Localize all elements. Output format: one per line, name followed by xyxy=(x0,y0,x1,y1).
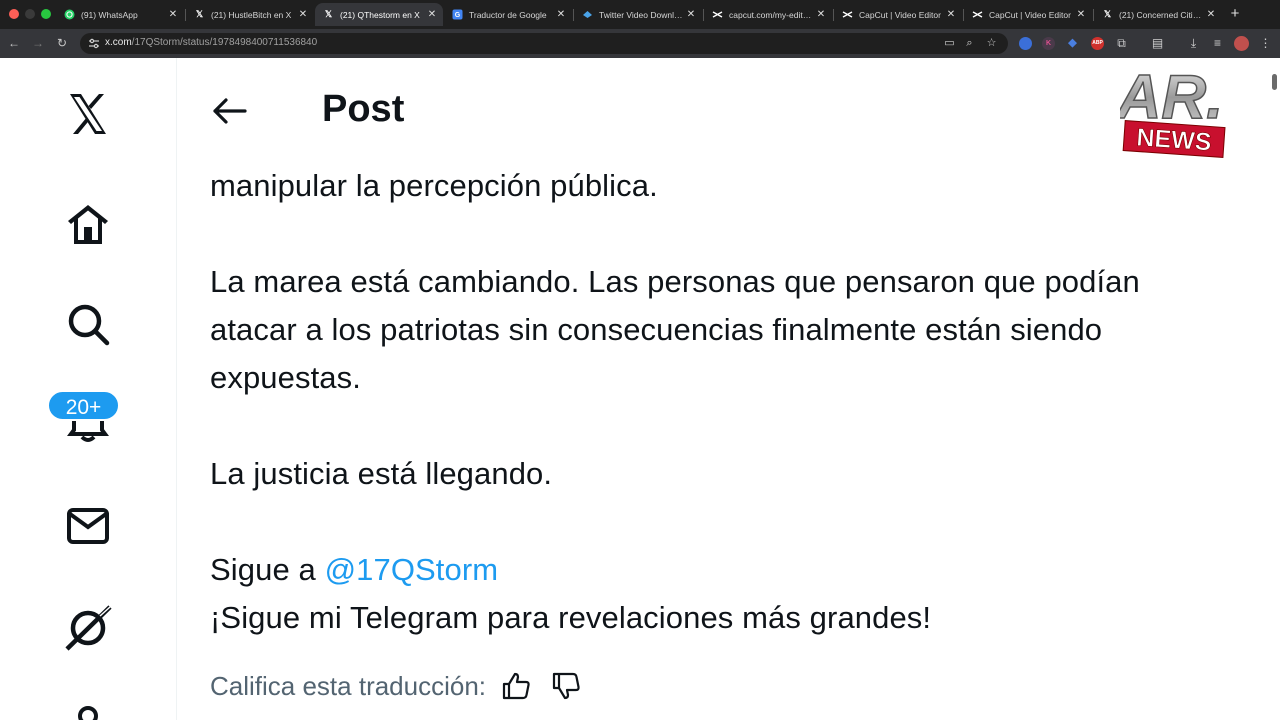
home-icon[interactable] xyxy=(60,196,116,252)
notification-badge[interactable]: 20+ xyxy=(47,390,120,421)
google-translate-icon: G xyxy=(452,9,463,20)
x-logo-icon[interactable] xyxy=(60,86,116,142)
profile-avatar[interactable] xyxy=(1234,36,1249,51)
translation-rating: Califica esta traducción: xyxy=(210,666,584,706)
page-scrollbar[interactable] xyxy=(1272,74,1277,90)
browser-tab[interactable]: G Traductor de Google ✕ xyxy=(444,3,572,26)
extensions-puzzle-icon[interactable]: ⧉ xyxy=(1114,36,1129,51)
tweet-body: manipular la percepción pública. La mare… xyxy=(210,162,1270,642)
close-tab-icon[interactable]: ✕ xyxy=(684,9,698,20)
tab-search-icon[interactable]: ▤ xyxy=(1150,36,1165,51)
tweet-text-line: La justicia está llegando. xyxy=(210,456,553,491)
capcut-icon xyxy=(972,9,983,20)
thumbs-up-icon[interactable] xyxy=(498,668,534,704)
forward-nav-icon[interactable]: → xyxy=(30,35,46,51)
close-tab-icon[interactable]: ✕ xyxy=(1074,9,1088,20)
browser-tab[interactable]: Twitter Video Downlo... ✕ xyxy=(574,3,702,26)
close-tab-icon[interactable]: ✕ xyxy=(166,9,180,20)
zoom-icon[interactable]: ⌕ xyxy=(963,37,976,50)
minimize-window-button[interactable] xyxy=(25,9,35,19)
close-window-button[interactable] xyxy=(9,9,19,19)
tweet-text-line: La marea está cambiando. Las personas qu… xyxy=(210,264,1140,299)
x-icon: 𝕏 xyxy=(1103,9,1112,19)
browser-toolbar: ← → ↻ x.com/17QStorm/status/197849840071… xyxy=(0,29,1280,58)
tweet-text-line: ¡Sigue mi Telegram para revelaciones más… xyxy=(210,600,932,635)
browser-tab[interactable]: CapCut | Video Editor ✕ xyxy=(964,3,1092,26)
x-icon: 𝕏 xyxy=(195,9,204,19)
close-tab-icon[interactable]: ✕ xyxy=(425,9,439,20)
back-arrow-icon[interactable] xyxy=(210,91,250,131)
page-title: Post xyxy=(322,88,405,130)
tweet-text-line: atacar a los patriotas sin consecuencias… xyxy=(210,312,1103,347)
adblock-icon[interactable]: ABP xyxy=(1091,37,1104,50)
tweet-text-line: manipular la percepción pública. xyxy=(210,168,658,203)
browser-menu-icon[interactable]: ⋮ xyxy=(1258,36,1273,51)
cast-icon[interactable]: ▭ xyxy=(943,37,956,50)
grok-icon[interactable] xyxy=(60,600,116,656)
bookmark-star-icon[interactable]: ☆ xyxy=(985,37,998,50)
main-column: manipular la percepción pública. La mare… xyxy=(178,58,1280,720)
new-tab-button[interactable]: + xyxy=(1226,5,1244,23)
download-icon[interactable]: ⤓ xyxy=(1186,36,1201,51)
close-tab-icon[interactable]: ✕ xyxy=(944,9,958,20)
post-header: Post xyxy=(178,58,1280,164)
search-icon[interactable] xyxy=(60,296,116,352)
x-icon: 𝕏 xyxy=(324,9,333,19)
mention-link[interactable]: @17QStorm xyxy=(325,552,499,587)
url-text[interactable]: x.com/17QStorm/status/197849840071153684… xyxy=(105,37,317,48)
reload-icon[interactable]: ↻ xyxy=(54,35,70,51)
extension-icon[interactable]: ◆ xyxy=(1066,37,1079,50)
svg-text:G: G xyxy=(455,12,461,19)
browser-tab-bar: (91) WhatsApp ✕ 𝕏 (21) HustleBitch en X … xyxy=(0,0,1280,29)
capcut-icon xyxy=(712,9,723,20)
extension-icon[interactable] xyxy=(1019,37,1032,50)
tweet-follow-line: Sigue a @17QStorm xyxy=(210,552,499,587)
browser-tab[interactable]: 𝕏 (21) HustleBitch en X ✕ xyxy=(186,3,314,26)
close-tab-icon[interactable]: ✕ xyxy=(554,9,568,20)
close-tab-icon[interactable]: ✕ xyxy=(814,9,828,20)
whatsapp-icon xyxy=(64,9,75,20)
address-bar[interactable]: x.com/17QStorm/status/197849840071153684… xyxy=(80,33,1008,54)
svg-text:NEWS: NEWS xyxy=(1136,123,1213,156)
back-nav-icon[interactable]: ← xyxy=(6,35,22,51)
downloader-icon xyxy=(582,9,593,20)
rate-translation-label: Califica esta traducción: xyxy=(210,670,487,701)
side-navigation: 20+ xyxy=(0,58,177,720)
browser-tab[interactable]: capcut.com/my-edit?... ✕ xyxy=(704,3,832,26)
profile-icon[interactable] xyxy=(60,696,116,720)
messages-icon[interactable] xyxy=(60,498,116,554)
browser-tab[interactable]: 𝕏 (21) Concerned Citize... ✕ xyxy=(1094,3,1222,26)
maximize-window-button[interactable] xyxy=(41,9,51,19)
media-control-icon[interactable]: ≡ xyxy=(1210,36,1225,51)
capcut-icon xyxy=(842,9,853,20)
thumbs-down-icon[interactable] xyxy=(548,668,584,704)
browser-tab[interactable]: (91) WhatsApp ✕ xyxy=(56,3,184,26)
close-tab-icon[interactable]: ✕ xyxy=(1204,9,1218,20)
browser-tab[interactable]: CapCut | Video Editor ✕ xyxy=(834,3,962,26)
site-settings-icon[interactable] xyxy=(88,38,100,49)
tweet-text-line: expuestas. xyxy=(210,360,361,395)
close-tab-icon[interactable]: ✕ xyxy=(296,9,310,20)
ar-news-logo: AR. NEWS xyxy=(1114,60,1228,164)
browser-tab-active[interactable]: 𝕏 (21) QThestorm en X ✕ xyxy=(315,3,443,26)
extension-icon[interactable]: K xyxy=(1042,37,1055,50)
